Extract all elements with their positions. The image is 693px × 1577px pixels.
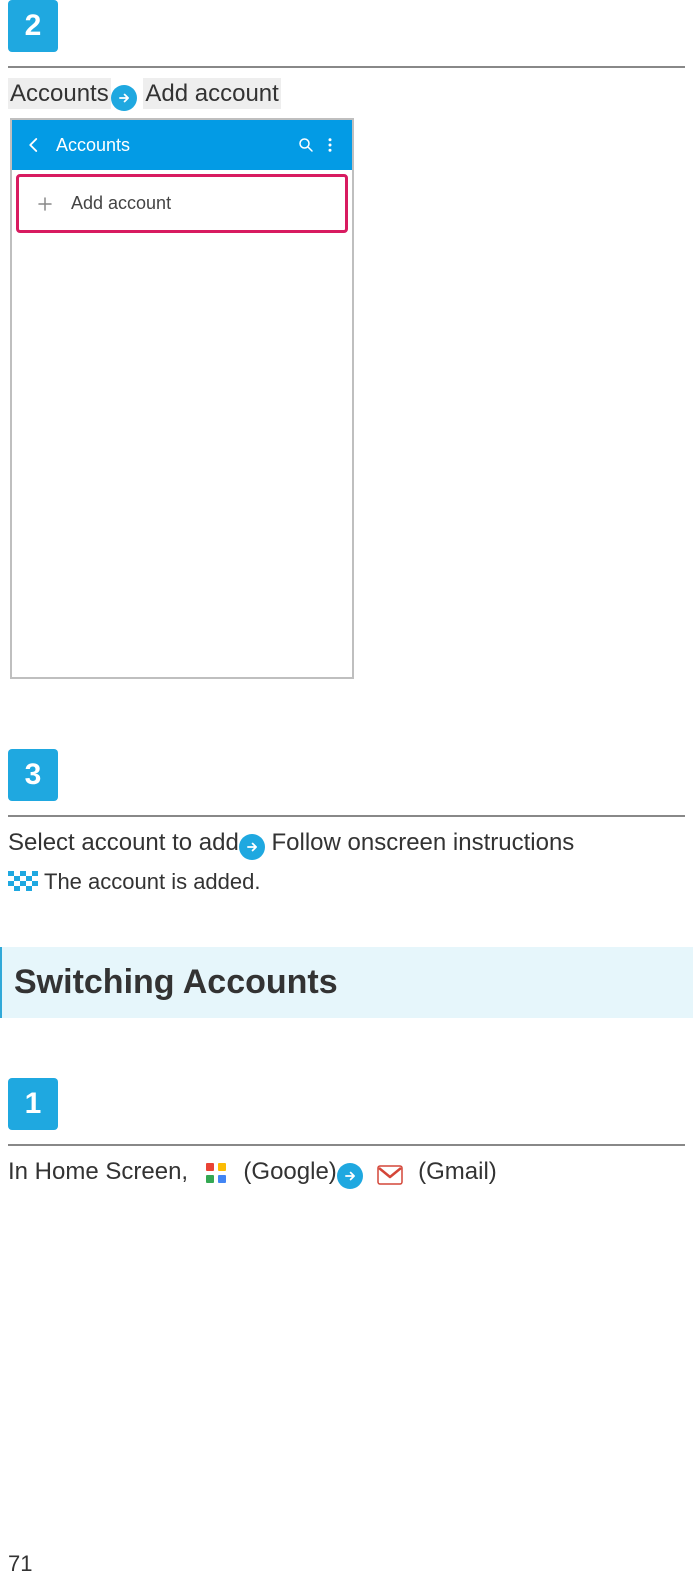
phone-appbar: Accounts (12, 120, 352, 170)
google-apps-icon (199, 1156, 233, 1190)
home-prefix: In Home Screen, (8, 1158, 195, 1185)
arrow-right-icon (337, 1163, 363, 1189)
home-screen-instruction: In Home Screen, (Google) (Gmail) (8, 1154, 685, 1192)
phone-add-account-row: Add account (16, 174, 348, 233)
phone-appbar-title: Accounts (46, 135, 294, 156)
step-1-badge: 1 (8, 1078, 58, 1130)
section-heading-switching-accounts: Switching Accounts (0, 947, 693, 1018)
phone-body-blank (12, 237, 352, 677)
more-vert-icon (318, 136, 342, 154)
step-3-instruction: Select account to add Follow onscreen in… (8, 825, 685, 861)
arrow-right-icon (239, 834, 265, 860)
result-row: The account is added. (8, 869, 685, 895)
step-1-number: 1 (25, 1089, 42, 1119)
arrow-right-icon (111, 85, 137, 111)
step-3-badge: 3 (8, 749, 58, 801)
gmail-label: (Gmail) (418, 1158, 497, 1185)
step-3-text-1: Select account to add (8, 829, 239, 856)
gmail-icon (373, 1158, 407, 1192)
step-3-text-2: Follow onscreen instructions (272, 829, 575, 856)
search-icon (294, 136, 318, 154)
divider (8, 66, 685, 68)
phone-screenshot: Accounts Add account (10, 118, 354, 679)
result-text: The account is added. (44, 869, 260, 895)
divider (8, 1144, 685, 1146)
plus-icon (33, 195, 57, 213)
breadcrumb-item-add-account: Add account (143, 78, 280, 109)
breadcrumb-item-accounts: Accounts (8, 78, 111, 109)
step-3-number: 3 (25, 760, 42, 790)
page-number: 71 (8, 1551, 32, 1577)
google-label: (Google) (243, 1158, 336, 1185)
phone-add-account-label: Add account (71, 193, 171, 214)
section-title: Switching Accounts (14, 963, 338, 1001)
step-2-number: 2 (25, 11, 42, 41)
back-arrow-icon (22, 136, 46, 154)
divider (8, 815, 685, 817)
breadcrumb: Accounts Add account (8, 76, 685, 112)
step-2-badge: 2 (8, 0, 58, 52)
checkered-flag-icon (8, 871, 38, 893)
